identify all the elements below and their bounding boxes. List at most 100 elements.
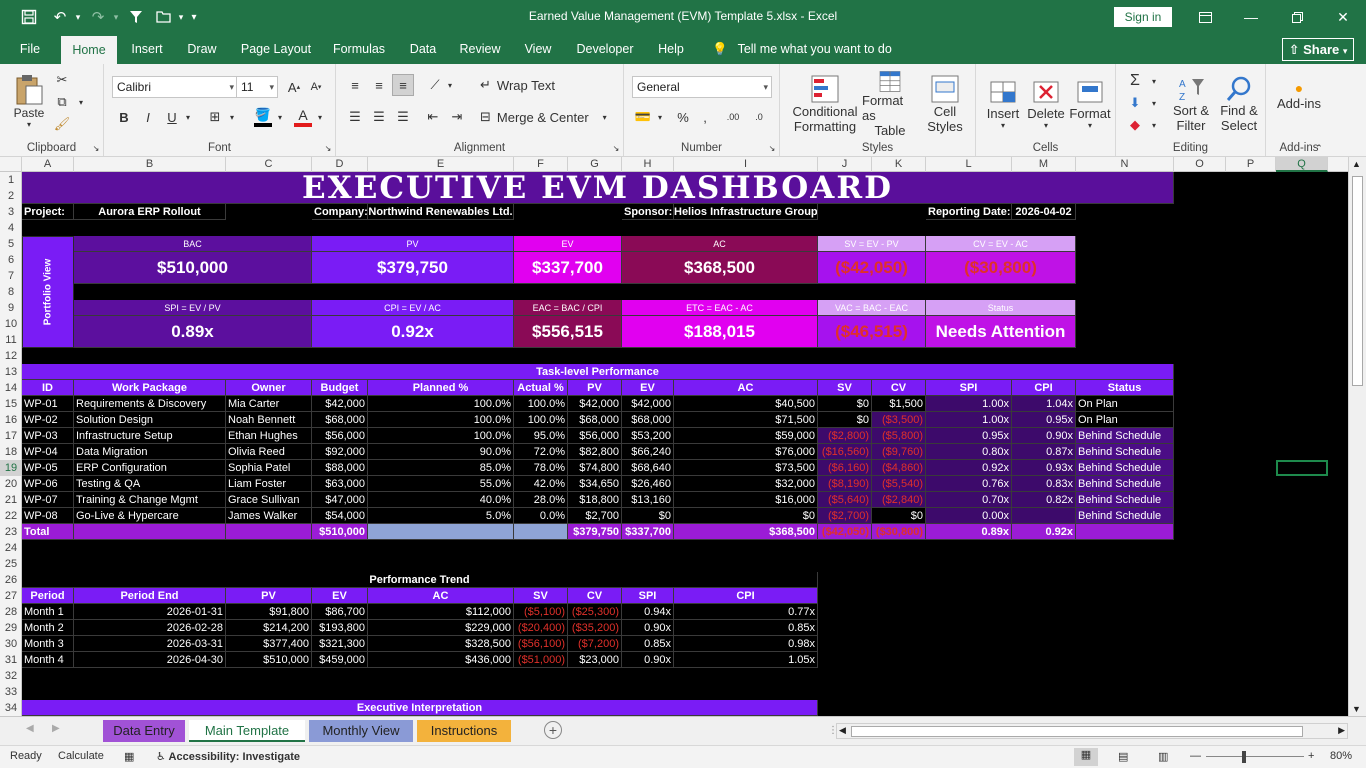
trend-cell[interactable]: ($5,100) bbox=[514, 604, 568, 620]
vertical-scroll-thumb[interactable] bbox=[1352, 176, 1363, 386]
status-calculate[interactable]: Calculate bbox=[58, 750, 104, 762]
trend-cell[interactable]: 0.90x bbox=[622, 620, 674, 636]
zoom-slider[interactable] bbox=[1206, 756, 1304, 757]
copy-dropdown-icon[interactable]: ▾ bbox=[74, 92, 88, 112]
task-cell[interactable]: ($5,640) bbox=[818, 492, 872, 508]
kpi-value[interactable]: Needs Attention bbox=[926, 316, 1076, 348]
task-cell[interactable]: 100.0% bbox=[368, 428, 514, 444]
font-color-icon[interactable]: A bbox=[292, 104, 314, 130]
column-header-e[interactable]: E bbox=[368, 157, 514, 172]
trend-cell[interactable]: 2026-03-31 bbox=[74, 636, 226, 652]
trend-cell[interactable]: $328,500 bbox=[368, 636, 514, 652]
task-header[interactable]: SPI bbox=[926, 380, 1012, 396]
tab-home[interactable]: Home bbox=[61, 36, 117, 64]
vertical-scrollbar[interactable]: ▲ ▼ bbox=[1348, 157, 1366, 716]
trend-header[interactable]: EV bbox=[312, 588, 368, 604]
task-cell[interactable]: 0.76x bbox=[926, 476, 1012, 492]
tell-me-search[interactable]: 💡 Tell me what you want to do bbox=[712, 34, 892, 64]
task-cell[interactable]: Sophia Patel bbox=[226, 460, 312, 476]
trend-header[interactable]: CV bbox=[568, 588, 622, 604]
scroll-up-icon[interactable]: ▲ bbox=[1352, 159, 1361, 169]
kpi-label[interactable]: AC bbox=[622, 236, 818, 252]
column-header-i[interactable]: I bbox=[674, 157, 818, 172]
task-cell[interactable]: $66,240 bbox=[622, 444, 674, 460]
row-header[interactable]: 10 bbox=[0, 316, 21, 332]
task-cell[interactable]: Liam Foster bbox=[226, 476, 312, 492]
increase-decimal-icon[interactable]: .00 bbox=[722, 106, 744, 128]
normal-view-icon[interactable]: ▦ bbox=[1074, 748, 1098, 766]
trend-cell[interactable]: 0.77x bbox=[674, 604, 818, 620]
align-center-icon[interactable]: ☰ bbox=[368, 106, 390, 128]
task-cell[interactable]: 0.90x bbox=[1012, 428, 1076, 444]
task-cell[interactable]: ($2,840) bbox=[872, 492, 926, 508]
task-header[interactable]: SV bbox=[818, 380, 872, 396]
row-header[interactable]: 32 bbox=[0, 668, 21, 684]
trend-cell[interactable]: 0.98x bbox=[674, 636, 818, 652]
percent-style-icon[interactable]: % bbox=[672, 106, 694, 128]
task-cell[interactable]: ($2,700) bbox=[818, 508, 872, 524]
task-cell[interactable]: 85.0% bbox=[368, 460, 514, 476]
sort-filter-button[interactable]: AZ Sort & Filter bbox=[1168, 70, 1214, 138]
task-cell[interactable]: 0.95x bbox=[1012, 412, 1076, 428]
task-header[interactable]: Status bbox=[1076, 380, 1174, 396]
task-cell[interactable]: 100.0% bbox=[368, 412, 514, 428]
task-cell[interactable]: $26,460 bbox=[622, 476, 674, 492]
total-cell[interactable] bbox=[514, 524, 568, 540]
task-cell[interactable]: 72.0% bbox=[514, 444, 568, 460]
decrease-indent-icon[interactable]: ⇤ bbox=[422, 106, 444, 128]
trend-section-title[interactable]: Performance Trend bbox=[22, 572, 818, 588]
task-cell[interactable]: $42,000 bbox=[622, 396, 674, 412]
task-cell[interactable]: $73,500 bbox=[674, 460, 818, 476]
column-header-b[interactable]: B bbox=[74, 157, 226, 172]
task-cell[interactable]: 5.0% bbox=[368, 508, 514, 524]
decrease-decimal-icon[interactable]: .0 bbox=[748, 106, 770, 128]
trend-cell[interactable]: 1.05x bbox=[674, 652, 818, 668]
row-header[interactable]: 15 bbox=[0, 396, 21, 412]
top-align-icon[interactable]: ≡ bbox=[344, 74, 366, 96]
row-header[interactable]: 25 bbox=[0, 556, 21, 572]
company-label[interactable]: Company: bbox=[312, 204, 368, 220]
kpi-value[interactable]: 0.92x bbox=[312, 316, 514, 348]
task-cell[interactable]: 0.70x bbox=[926, 492, 1012, 508]
task-cell[interactable]: James Walker bbox=[226, 508, 312, 524]
column-header-a[interactable]: A bbox=[22, 157, 74, 172]
find-select-button[interactable]: Find & Select bbox=[1216, 70, 1262, 138]
column-header-n[interactable]: N bbox=[1076, 157, 1174, 172]
kpi-label[interactable]: EV bbox=[514, 236, 622, 252]
page-break-view-icon[interactable]: ▥ bbox=[1158, 750, 1168, 763]
task-cell[interactable]: 100.0% bbox=[514, 412, 568, 428]
task-cell[interactable]: Behind Schedule bbox=[1076, 460, 1174, 476]
task-header[interactable]: PV bbox=[568, 380, 622, 396]
task-cell[interactable] bbox=[1012, 508, 1076, 524]
task-cell[interactable]: $63,000 bbox=[312, 476, 368, 492]
increase-indent-icon[interactable]: ⇥ bbox=[446, 106, 468, 128]
task-cell[interactable]: $74,800 bbox=[568, 460, 622, 476]
trend-cell[interactable]: $510,000 bbox=[226, 652, 312, 668]
column-header-j[interactable]: J bbox=[818, 157, 872, 172]
column-header-q[interactable]: Q bbox=[1276, 157, 1328, 172]
row-header[interactable]: 29 bbox=[0, 620, 21, 636]
trend-cell[interactable]: $459,000 bbox=[312, 652, 368, 668]
format-cells-button[interactable]: Format ▾ bbox=[1068, 70, 1112, 138]
column-header-d[interactable]: D bbox=[312, 157, 368, 172]
task-cell[interactable]: 0.80x bbox=[926, 444, 1012, 460]
borders-icon[interactable]: ⊞ bbox=[204, 106, 226, 128]
underline-dropdown-icon[interactable]: ▾ bbox=[182, 106, 194, 128]
trend-header[interactable]: AC bbox=[368, 588, 514, 604]
row-header[interactable]: 30 bbox=[0, 636, 21, 652]
tab-data[interactable]: Data bbox=[404, 34, 442, 64]
column-header-g[interactable]: G bbox=[568, 157, 622, 172]
trend-cell[interactable]: $229,000 bbox=[368, 620, 514, 636]
row-header[interactable]: 24 bbox=[0, 540, 21, 556]
kpi-label[interactable]: PV bbox=[312, 236, 514, 252]
task-cell[interactable]: On Plan bbox=[1076, 396, 1174, 412]
task-cell[interactable]: 100.0% bbox=[514, 396, 568, 412]
project-label[interactable]: Project: bbox=[22, 204, 74, 220]
task-cell[interactable]: $54,000 bbox=[312, 508, 368, 524]
task-cell[interactable]: $42,000 bbox=[568, 396, 622, 412]
total-cell[interactable]: 0.89x bbox=[926, 524, 1012, 540]
restore-icon[interactable] bbox=[1274, 0, 1320, 34]
total-cell[interactable]: $379,750 bbox=[568, 524, 622, 540]
fill-color-dropdown-icon[interactable]: ▾ bbox=[274, 106, 286, 128]
task-cell[interactable]: $59,000 bbox=[674, 428, 818, 444]
